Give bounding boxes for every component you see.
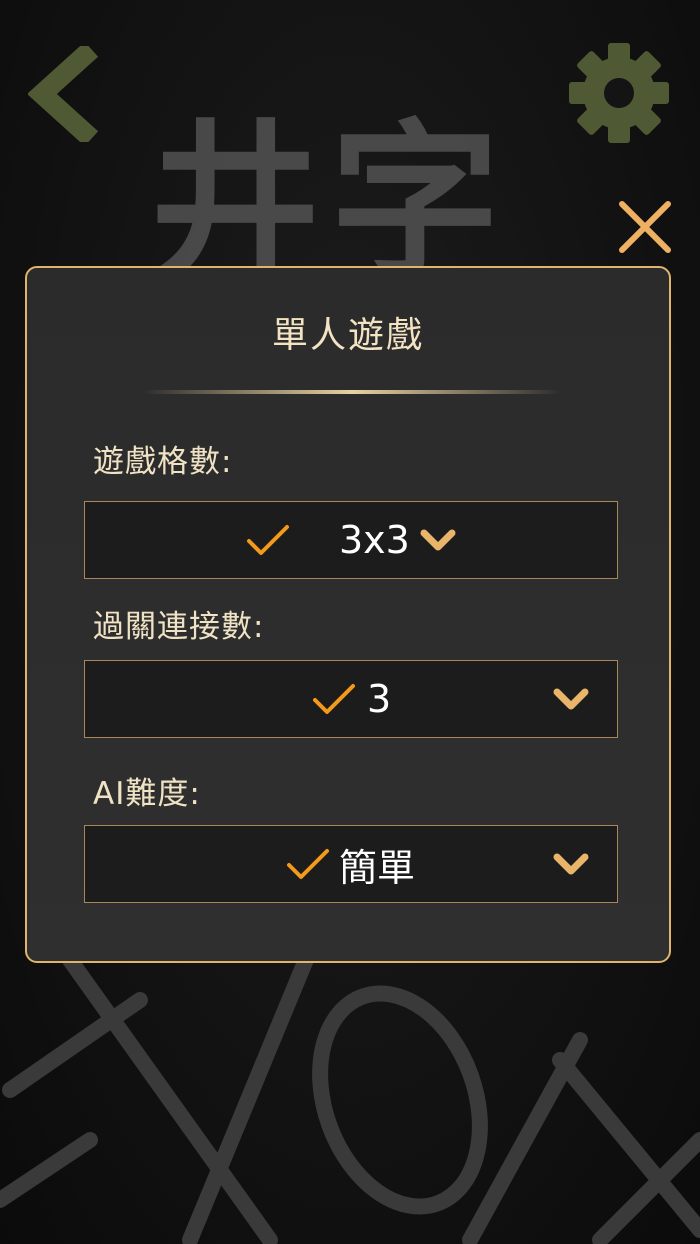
check-icon: [287, 849, 329, 879]
close-icon: [619, 201, 671, 253]
close-button[interactable]: [612, 194, 678, 260]
grid-size-label: 遊戲格數:: [93, 444, 233, 480]
check-icon: [247, 525, 289, 555]
grid-size-select[interactable]: 3x3: [84, 501, 618, 579]
connect-count-select[interactable]: 3: [84, 660, 618, 738]
grid-size-value: 3x3: [339, 518, 410, 562]
back-button[interactable]: [27, 41, 99, 147]
ai-difficulty-value: 簡單: [339, 845, 416, 890]
connect-count-value: 3: [367, 677, 392, 721]
gear-icon: [569, 43, 669, 143]
ai-difficulty-label: AI難度:: [93, 776, 201, 812]
ai-difficulty-select[interactable]: 簡單: [84, 825, 618, 903]
background-title: 井字: [150, 103, 511, 303]
chevron-left-icon: [27, 41, 99, 147]
chevron-down-icon: [553, 688, 589, 710]
chevron-down-icon: [553, 853, 589, 875]
dialog-title: 單人遊戲: [271, 315, 424, 356]
title-divider: [142, 390, 562, 394]
check-icon: [313, 684, 355, 714]
connect-count-label: 過關連接數:: [93, 609, 265, 645]
settings-button[interactable]: [566, 40, 672, 146]
background-xo-pattern: [0, 942, 700, 1244]
single-player-dialog: 單人遊戲 遊戲格數: 3x3 過關連接數: 3 AI難度: 簡單: [25, 266, 671, 963]
chevron-down-icon: [420, 529, 456, 551]
